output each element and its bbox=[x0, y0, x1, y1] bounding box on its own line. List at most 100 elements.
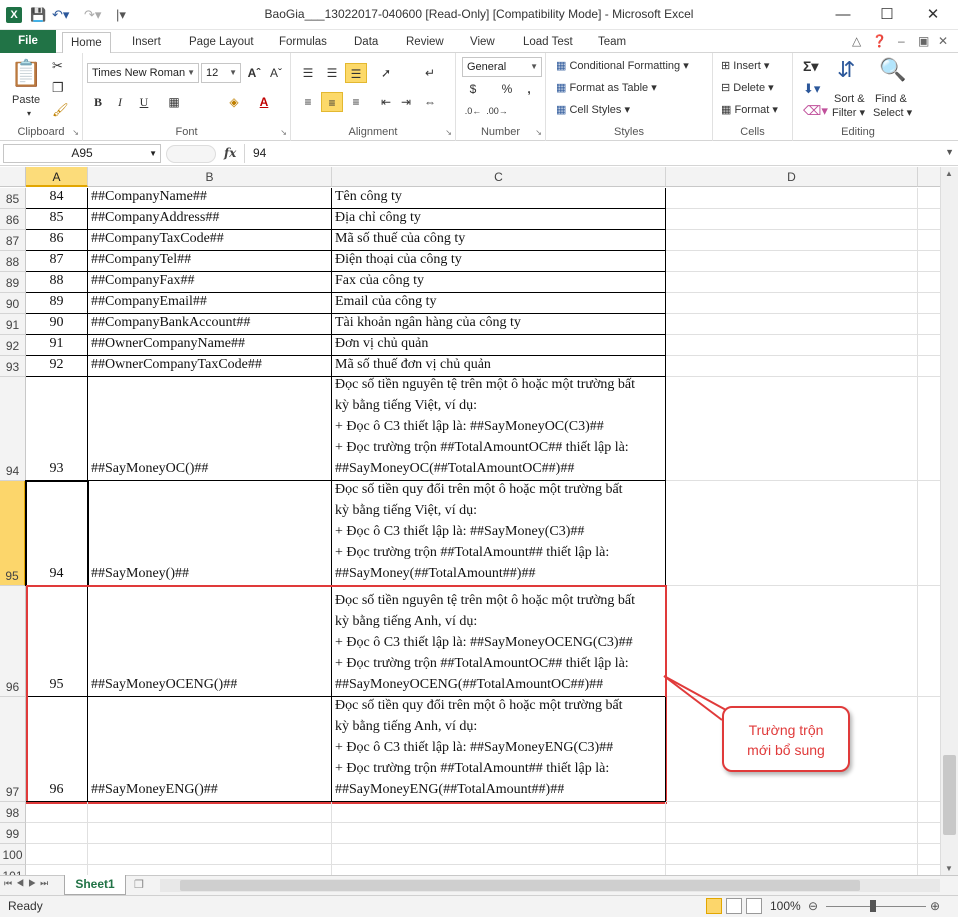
autosum-icon[interactable]: Σ▾ bbox=[803, 58, 818, 75]
cell-b91[interactable]: ##CompanyBankAccount## bbox=[88, 314, 332, 335]
cell-a95[interactable]: 94 bbox=[26, 481, 88, 586]
cell-c92[interactable]: Đơn vị chủ quản bbox=[332, 335, 666, 356]
row-header-87[interactable]: 87 bbox=[0, 230, 26, 251]
cell-a100[interactable] bbox=[26, 844, 88, 865]
cell-a90[interactable]: 89 bbox=[26, 293, 88, 314]
row-header-99[interactable]: 99 bbox=[0, 823, 26, 844]
zoom-in-icon[interactable]: ⊕ bbox=[930, 899, 940, 913]
cell-c93[interactable]: Mã số thuế đơn vị chủ quản bbox=[332, 356, 666, 377]
maximize-button[interactable]: ☐ bbox=[864, 2, 910, 28]
column-header-d[interactable]: D bbox=[666, 167, 918, 187]
tab-page-layout[interactable]: Page Layout bbox=[189, 33, 254, 53]
cell-c96[interactable]: Đọc số tiền nguyên tệ trên một ô hoặc mộ… bbox=[332, 586, 666, 697]
minimize-button[interactable]: — bbox=[820, 2, 866, 28]
zoom-slider[interactable] bbox=[826, 906, 926, 907]
row-header-96[interactable]: 96 bbox=[0, 586, 26, 697]
tab-insert[interactable]: Insert bbox=[132, 33, 161, 53]
cell-c101[interactable] bbox=[332, 865, 666, 875]
cell-a97[interactable]: 96 bbox=[26, 697, 88, 802]
cell-e98[interactable] bbox=[918, 802, 940, 823]
decrease-decimal-icon[interactable]: .00→ bbox=[486, 101, 508, 121]
conditional-formatting-button[interactable]: ▦ Conditional Formatting ▾ bbox=[556, 59, 689, 72]
cell-d92[interactable] bbox=[666, 335, 918, 356]
number-format-combo[interactable]: General ▼ bbox=[462, 57, 542, 77]
name-box[interactable]: A95 ▼ bbox=[3, 144, 161, 163]
scroll-down-icon[interactable]: ▼ bbox=[945, 864, 953, 873]
cell-b95[interactable]: ##SayMoney()## bbox=[88, 481, 332, 586]
cell-e100[interactable] bbox=[918, 844, 940, 865]
find-select-label-2[interactable]: Select ▾ bbox=[873, 106, 912, 119]
row-header-97[interactable]: 97 bbox=[0, 697, 26, 802]
cell-a89[interactable]: 88 bbox=[26, 272, 88, 293]
cell-b89[interactable]: ##CompanyFax## bbox=[88, 272, 332, 293]
bold-button[interactable]: B bbox=[87, 92, 109, 112]
cell-b99[interactable] bbox=[88, 823, 332, 844]
cell-e91[interactable] bbox=[918, 314, 940, 335]
cell-d101[interactable] bbox=[666, 865, 918, 875]
cell-c91[interactable]: Tài khoản ngân hàng của công ty bbox=[332, 314, 666, 335]
insert-function-icon[interactable]: fx bbox=[224, 146, 236, 160]
cell-d94[interactable] bbox=[666, 377, 918, 481]
decrease-indent-icon[interactable]: ⇤ bbox=[375, 92, 397, 112]
cell-e95[interactable] bbox=[918, 481, 940, 586]
tab-formulas[interactable]: Formulas bbox=[279, 33, 327, 53]
cell-a92[interactable]: 91 bbox=[26, 335, 88, 356]
cell-e101[interactable] bbox=[918, 865, 940, 875]
cell-b101[interactable] bbox=[88, 865, 332, 875]
formula-input[interactable]: 94 bbox=[244, 144, 944, 163]
row-header-101[interactable]: 101 bbox=[0, 865, 26, 875]
cell-c94[interactable]: Đọc số tiền nguyên tệ trên một ô hoặc mộ… bbox=[332, 377, 666, 481]
column-header-a[interactable]: A bbox=[26, 167, 88, 187]
help-icon[interactable]: ❓ bbox=[872, 34, 887, 48]
row-header-93[interactable]: 93 bbox=[0, 356, 26, 377]
tab-view[interactable]: View bbox=[470, 33, 495, 53]
sheet-tab-sheet1[interactable]: Sheet1 bbox=[64, 875, 126, 895]
copy-icon[interactable]: ❐ bbox=[52, 80, 64, 96]
cell-e89[interactable] bbox=[918, 272, 940, 293]
format-as-table-button[interactable]: ▦ Format as Table ▾ bbox=[556, 81, 657, 94]
font-name-combo[interactable]: Times New Roman ▼ bbox=[87, 63, 199, 83]
window-close-icon[interactable]: ✕ bbox=[938, 34, 948, 48]
cell-b85[interactable]: ##CompanyName## bbox=[88, 188, 332, 209]
sort-filter-label-2[interactable]: Filter ▾ bbox=[832, 106, 865, 119]
font-size-combo[interactable]: 12 ▼ bbox=[201, 63, 241, 83]
window-minimize-icon[interactable]: – bbox=[898, 34, 905, 48]
font-launcher-icon[interactable]: ↘ bbox=[280, 128, 287, 137]
cell-d89[interactable] bbox=[666, 272, 918, 293]
orientation-icon[interactable]: ➚ bbox=[375, 63, 397, 83]
column-header-e[interactable] bbox=[918, 167, 940, 187]
horizontal-scrollbar[interactable] bbox=[160, 879, 940, 892]
cell-b87[interactable]: ##CompanyTaxCode## bbox=[88, 230, 332, 251]
cell-c85[interactable]: Tên công ty bbox=[332, 188, 666, 209]
underline-button[interactable]: U bbox=[133, 92, 155, 112]
window-restore-icon[interactable]: ▣ bbox=[918, 34, 929, 48]
row-header-92[interactable]: 92 bbox=[0, 335, 26, 356]
tab-home[interactable]: Home bbox=[62, 32, 111, 54]
row-header-86[interactable]: 86 bbox=[0, 209, 26, 230]
increase-indent-icon[interactable]: ⇥ bbox=[395, 92, 417, 112]
borders-icon[interactable]: ▦ bbox=[163, 92, 185, 112]
page-layout-view-icon[interactable] bbox=[726, 898, 742, 914]
new-sheet-icon[interactable]: ❐ bbox=[134, 878, 144, 891]
cell-e96[interactable] bbox=[918, 586, 940, 697]
cell-b100[interactable] bbox=[88, 844, 332, 865]
cell-c90[interactable]: Email của công ty bbox=[332, 293, 666, 314]
tab-file[interactable]: File bbox=[0, 30, 56, 53]
tab-team[interactable]: Team bbox=[598, 33, 626, 53]
row-header-98[interactable]: 98 bbox=[0, 802, 26, 823]
zoom-out-icon[interactable]: ⊖ bbox=[808, 899, 818, 913]
vertical-scrollbar[interactable]: ▲ ▼ bbox=[940, 167, 958, 875]
find-select-label[interactable]: Find & bbox=[875, 93, 907, 105]
alignment-launcher-icon[interactable]: ↘ bbox=[445, 128, 452, 137]
paste-icon[interactable]: 📋 bbox=[10, 58, 42, 89]
cell-e87[interactable] bbox=[918, 230, 940, 251]
normal-view-icon[interactable] bbox=[706, 898, 722, 914]
zoom-level[interactable]: 100% bbox=[770, 899, 801, 913]
cell-d93[interactable] bbox=[666, 356, 918, 377]
increase-decimal-icon[interactable]: .0← bbox=[462, 101, 484, 121]
cell-b96[interactable]: ##SayMoneyOCENG()## bbox=[88, 586, 332, 697]
cell-b94[interactable]: ##SayMoneyOC()## bbox=[88, 377, 332, 481]
comma-button[interactable]: , bbox=[518, 79, 540, 99]
cell-c100[interactable] bbox=[332, 844, 666, 865]
cell-c99[interactable] bbox=[332, 823, 666, 844]
